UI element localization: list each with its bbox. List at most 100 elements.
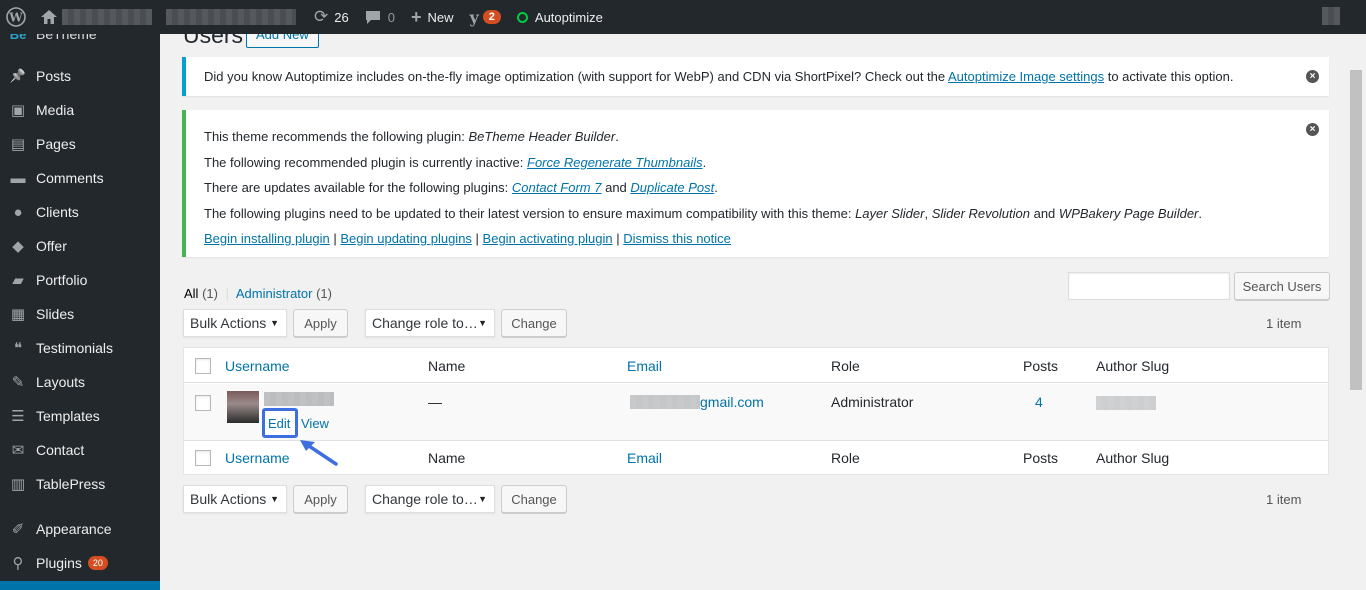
- comments-item[interactable]: 0: [357, 0, 403, 34]
- sidebar-item-comments[interactable]: ▬ Comments: [0, 161, 160, 195]
- sidebar-item-offer[interactable]: ◆ Offer: [0, 229, 160, 263]
- plugin-icon: ⚲: [12, 555, 24, 572]
- chevron-down-icon: ▼: [270, 318, 279, 328]
- change-role-value: Change role to…: [372, 315, 478, 331]
- sidebar-item-label: Offer: [36, 238, 67, 254]
- contact-form-7-link[interactable]: Contact Form 7: [512, 180, 602, 195]
- account-redacted[interactable]: [1322, 7, 1340, 25]
- change-role-select-top[interactable]: Change role to… ▼: [365, 309, 495, 337]
- sidebar-item-label: TablePress: [36, 476, 106, 492]
- site-name-redacted[interactable]: [62, 9, 152, 25]
- pushpin-icon: 📌: [9, 68, 27, 83]
- sidebar-item-posts[interactable]: 📌 Posts: [0, 59, 160, 93]
- sidebar-item-contact[interactable]: ✉ Contact: [0, 433, 160, 467]
- search-users-button[interactable]: Search Users: [1234, 272, 1330, 300]
- mail-icon: ✉: [11, 442, 25, 459]
- new-content-item[interactable]: + New: [403, 0, 462, 34]
- sidebar-item-plugins[interactable]: ⚲ Plugins 20: [0, 546, 160, 580]
- line3-prefix: There are updates available for the foll…: [204, 180, 509, 195]
- sidebar-item-label: Media: [36, 102, 75, 118]
- wordpress-logo-icon[interactable]: W: [0, 0, 34, 34]
- sidebar-item-tablepress[interactable]: ▥ TablePress: [0, 467, 160, 501]
- sidebar-item-pages[interactable]: ▤ Pages: [0, 127, 160, 161]
- select-all-checkbox-footer[interactable]: [195, 450, 211, 466]
- bulk-actions-select-bottom[interactable]: Bulk Actions ▼: [183, 485, 287, 513]
- sidebar-item-appearance[interactable]: ✐ Appearance: [0, 512, 160, 546]
- sidebar-item-media[interactable]: ▣ Media: [0, 93, 160, 127]
- appearance-icon: ✐: [11, 521, 25, 538]
- column-name-footer: Name: [428, 450, 466, 466]
- sidebar-item-templates[interactable]: ☰ Templates: [0, 399, 160, 433]
- begin-installing-link[interactable]: Begin installing plugin: [204, 231, 330, 246]
- chevron-down-icon: ▼: [270, 494, 279, 504]
- autoptimize-item[interactable]: Autoptimize: [509, 0, 611, 34]
- column-email[interactable]: Email: [627, 358, 662, 374]
- apply-button-top[interactable]: Apply: [293, 309, 348, 337]
- filter-separator: |: [225, 286, 229, 301]
- apply-button-bottom[interactable]: Apply: [293, 485, 348, 513]
- page-scrollbar[interactable]: [1350, 70, 1362, 390]
- edit-user-link[interactable]: Edit: [268, 416, 290, 431]
- avatar: [227, 391, 259, 423]
- column-posts: Posts: [1023, 358, 1059, 374]
- change-button-bottom[interactable]: Change: [501, 485, 567, 513]
- filter-admin-count: (1): [316, 286, 332, 301]
- begin-activating-link[interactable]: Begin activating plugin: [483, 231, 613, 246]
- sidebar-item-testimonials[interactable]: ❝ Testimonials: [0, 331, 160, 365]
- home-icon[interactable]: [34, 0, 62, 34]
- row-checkbox[interactable]: [195, 395, 211, 411]
- view-user-link[interactable]: View: [301, 416, 329, 431]
- dismiss-icon[interactable]: ×: [1306, 123, 1319, 136]
- search-users-input[interactable]: [1068, 272, 1230, 300]
- chevron-down-icon: ▼: [478, 494, 487, 504]
- sidebar-item-portfolio[interactable]: ▰ Portfolio: [0, 263, 160, 297]
- username-redacted[interactable]: [264, 392, 334, 406]
- column-username-footer[interactable]: Username: [225, 450, 290, 466]
- line4-and: and: [1033, 206, 1056, 221]
- row-posts[interactable]: 4: [1035, 394, 1043, 410]
- row-email[interactable]: gmail.com: [700, 394, 764, 410]
- refresh-icon: ⟳: [314, 7, 329, 26]
- updates-count: 26: [334, 9, 349, 25]
- duplicate-post-link[interactable]: Duplicate Post: [630, 180, 714, 195]
- select-all-checkbox[interactable]: [195, 358, 211, 374]
- column-name: Name: [428, 358, 466, 374]
- bulk-actions-select-top[interactable]: Bulk Actions ▼: [183, 309, 287, 337]
- column-email-footer[interactable]: Email: [627, 450, 662, 466]
- filter-administrator[interactable]: Administrator: [236, 286, 313, 301]
- change-button-top[interactable]: Change: [501, 309, 567, 337]
- slides-icon: ▦: [10, 306, 26, 323]
- change-role-select-bottom[interactable]: Change role to… ▼: [365, 485, 495, 513]
- bulk-actions-value: Bulk Actions: [190, 315, 267, 331]
- force-regenerate-thumbnails-link[interactable]: Force Regenerate Thumbnails: [527, 155, 703, 170]
- autoptimize-notice: Did you know Autoptimize includes on-the…: [182, 57, 1329, 96]
- line2-prefix: The following recommended plugin is curr…: [204, 155, 524, 170]
- updates-item[interactable]: ⟳ 26: [306, 0, 357, 34]
- dismiss-icon[interactable]: ×: [1306, 70, 1319, 83]
- theme-plugins-notice: This theme recommends the following plug…: [182, 110, 1329, 257]
- sidebar-item-layouts[interactable]: ✎ Layouts: [0, 365, 160, 399]
- begin-updating-link[interactable]: Begin updating plugins: [340, 231, 472, 246]
- filter-all[interactable]: All: [184, 286, 198, 301]
- status-dot-icon: [516, 11, 528, 23]
- yoast-badge: 2: [482, 10, 501, 24]
- user-icon: ●: [13, 203, 23, 221]
- sidebar-item-label: Slides: [36, 306, 75, 322]
- line1-prefix: This theme recommends the following plug…: [204, 129, 465, 144]
- yoast-item[interactable]: y 2: [461, 0, 508, 34]
- chevron-down-icon: ▼: [478, 318, 487, 328]
- table-footer: Username Name Email Role Posts Author Sl…: [184, 440, 1328, 475]
- filter-all-count: (1): [202, 286, 218, 301]
- column-username[interactable]: Username: [225, 358, 290, 374]
- sidebar-item-label: Posts: [36, 68, 72, 84]
- admin-sidebar: Be BeTheme 📌 Posts ▣ Media ▤ Pages ▬ Comments ● C…: [0, 26, 160, 590]
- sidebar-item-label: Layouts: [36, 374, 86, 390]
- sidebar-item-slides[interactable]: ▦ Slides: [0, 297, 160, 331]
- pages-icon: ▤: [10, 136, 26, 153]
- dismiss-notice-link[interactable]: Dismiss this notice: [623, 231, 731, 246]
- autoptimize-image-settings-link[interactable]: Autoptimize Image settings: [948, 69, 1104, 84]
- bulk-actions-value: Bulk Actions: [190, 491, 267, 507]
- notice-text-after: to activate this option.: [1107, 69, 1234, 84]
- sidebar-item-clients[interactable]: ● Clients: [0, 195, 160, 229]
- notice-line-2: The following recommended plugin is curr…: [204, 155, 707, 170]
